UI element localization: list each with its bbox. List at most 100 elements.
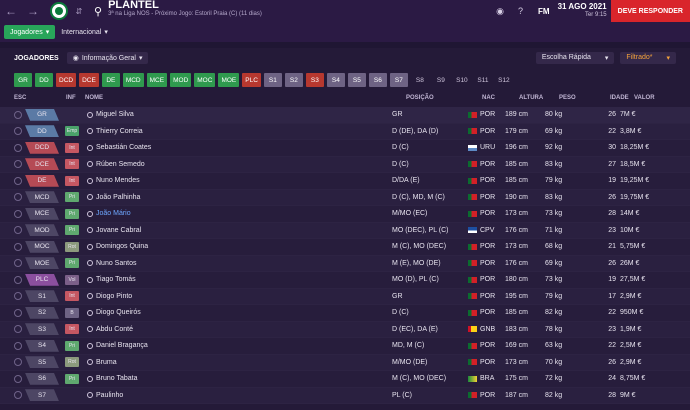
player-name[interactable]: Jovane Cabral (79, 227, 392, 234)
forward-arrow-icon[interactable]: → (22, 0, 44, 22)
select-radio[interactable] (14, 176, 22, 185)
position-chip[interactable]: S7 (389, 73, 408, 87)
select-radio[interactable] (14, 275, 22, 284)
table-row[interactable]: S6 Pri Bruno Tabata M (C), MO (DEC) BRA … (0, 371, 690, 388)
player-name-text[interactable]: Diogo Pinto (96, 293, 132, 300)
squad-position-tag[interactable]: S7 (25, 389, 59, 402)
squad-position-tag[interactable]: PLC (25, 273, 59, 286)
table-row[interactable]: MOE Pri Nuno Santos M (E), MO (DE) POR 1… (0, 255, 690, 272)
table-row[interactable]: S2 B Diogo Queirós D (C) POR 185 cm 82 k… (0, 305, 690, 322)
table-row[interactable]: GR Miguel Silva GR POR 189 cm 80 kg 26 7… (0, 107, 690, 124)
tab-international[interactable]: Internacional ▾ (55, 25, 114, 39)
position-chip[interactable]: S10 (453, 73, 471, 87)
select-radio[interactable] (14, 160, 22, 169)
table-row[interactable]: S4 Pri Daniel Bragança MD, M (C) POR 169… (0, 338, 690, 355)
select-radio[interactable] (14, 292, 22, 301)
game-date[interactable]: 31 AGO 2021 Ter 9:15 (558, 2, 607, 18)
squad-position-tag[interactable]: S1 (25, 290, 59, 303)
position-chip[interactable]: GR (14, 73, 32, 87)
col-value[interactable]: VALOR (634, 95, 674, 101)
col-esc[interactable]: ESC (14, 95, 66, 101)
table-row[interactable]: S3 Int Abdu Conté D (EC), DA (E) GNB 183… (0, 321, 690, 338)
player-name[interactable]: Diogo Pinto (79, 293, 392, 300)
select-radio[interactable] (14, 127, 22, 136)
table-row[interactable]: S5 Rot Bruma M/MO (DE) POR 173 cm 70 kg … (0, 354, 690, 371)
position-chip[interactable]: DCE (79, 73, 99, 87)
player-name-text[interactable]: Bruno Tabata (96, 375, 138, 382)
squad-position-tag[interactable]: DCD (25, 141, 59, 154)
player-name[interactable]: Sebastián Coates (79, 144, 392, 151)
player-name[interactable]: Nuno Santos (79, 260, 392, 267)
player-name-text[interactable]: Miguel Silva (96, 111, 134, 118)
squad-position-tag[interactable]: DCE (25, 158, 59, 171)
table-row[interactable]: DE Int Nuno Mendes D/DA (E) POR 185 cm 7… (0, 173, 690, 190)
table-row[interactable]: MCD Pri João Palhinha D (C), MD, M (C) P… (0, 189, 690, 206)
player-name[interactable]: Abdu Conté (79, 326, 392, 333)
squad-position-tag[interactable]: DE (25, 174, 59, 187)
select-radio[interactable] (14, 308, 22, 317)
player-name-text[interactable]: Bruma (96, 359, 117, 366)
table-row[interactable]: S1 Int Diogo Pinto GR POR 195 cm 79 kg 1… (0, 288, 690, 305)
player-name-text[interactable]: Daniel Bragança (96, 342, 148, 349)
position-chip[interactable]: S3 (305, 73, 324, 87)
club-crest-icon[interactable] (50, 2, 68, 20)
player-name-text[interactable]: Sebastián Coates (96, 144, 151, 151)
player-name[interactable]: João Palhinha (79, 194, 392, 201)
squad-position-tag[interactable]: MCD (25, 191, 59, 204)
select-radio[interactable] (14, 358, 22, 367)
position-chip[interactable]: S2 (284, 73, 303, 87)
filter-button[interactable]: Filtrado* ▾ (620, 52, 676, 64)
club-badge-icon[interactable]: ◉ (496, 6, 504, 17)
squad-position-tag[interactable]: MOE (25, 257, 59, 270)
select-radio[interactable] (14, 242, 22, 251)
player-name[interactable]: Miguel Silva (79, 111, 392, 118)
select-radio[interactable] (14, 226, 22, 235)
table-row[interactable]: DCE Int Rúben Semedo D (C) POR 185 cm 83… (0, 156, 690, 173)
squad-position-tag[interactable]: S5 (25, 356, 59, 369)
select-radio[interactable] (14, 209, 22, 218)
table-row[interactable]: DD Emp Thierry Correia D (DE), DA (D) PO… (0, 123, 690, 140)
view-selector[interactable]: ◉ Informação Geral ▾ (66, 52, 149, 64)
player-name[interactable]: Domingos Quina (79, 243, 392, 250)
col-height[interactable]: ALTURA (519, 95, 559, 101)
player-name[interactable]: Bruma (79, 359, 392, 366)
table-row[interactable]: S7 Paulinho PL (C) POR 187 cm 82 kg 28 9… (0, 387, 690, 404)
position-chip[interactable]: MCE (146, 73, 168, 87)
select-radio[interactable] (14, 341, 22, 350)
player-name-text[interactable]: Abdu Conté (96, 326, 133, 333)
quick-pick-button[interactable]: Escolha Rápida ▾ (535, 52, 615, 64)
back-arrow-icon[interactable]: ← (0, 0, 22, 22)
table-row[interactable]: MOC Rot Domingos Quina M (C), MO (DEC) P… (0, 239, 690, 256)
col-nat[interactable]: NAC (482, 95, 519, 101)
squad-position-tag[interactable]: S4 (25, 339, 59, 352)
player-name-text[interactable]: Jovane Cabral (96, 227, 141, 234)
player-name[interactable]: Rúben Semedo (79, 161, 392, 168)
select-radio[interactable] (14, 143, 22, 152)
player-name[interactable]: Thierry Correia (79, 128, 392, 135)
select-radio[interactable] (14, 259, 22, 268)
select-radio[interactable] (14, 374, 22, 383)
must-respond-button[interactable]: DEVE RESPONDER (610, 0, 690, 22)
position-chip[interactable]: S4 (326, 73, 345, 87)
position-chip[interactable]: DCD (56, 73, 77, 87)
squad-position-tag[interactable]: DD (25, 125, 59, 138)
select-radio[interactable] (14, 391, 22, 400)
select-radio[interactable] (14, 193, 22, 202)
player-name-text[interactable]: João Mário (96, 210, 131, 217)
player-name-text[interactable]: Paulinho (96, 392, 123, 399)
col-weight[interactable]: PESO (559, 95, 610, 101)
squad-position-tag[interactable]: MOC (25, 240, 59, 253)
player-name[interactable]: Tiago Tomás (79, 276, 392, 283)
position-chip[interactable]: S9 (432, 73, 450, 87)
table-row[interactable]: PLC Vol Tiago Tomás MO (D), PL (C) POR 1… (0, 272, 690, 289)
select-radio[interactable] (14, 110, 22, 119)
player-name-text[interactable]: João Palhinha (96, 194, 140, 201)
fm-menu-button[interactable]: FM (538, 7, 550, 16)
player-name[interactable]: Bruno Tabata (79, 375, 392, 382)
squad-position-tag[interactable]: MOD (25, 224, 59, 237)
squad-position-tag[interactable]: GR (25, 108, 59, 121)
player-name-text[interactable]: Diogo Queirós (96, 309, 141, 316)
position-chip[interactable]: S8 (411, 73, 429, 87)
player-name[interactable]: Paulinho (79, 392, 392, 399)
position-chip[interactable]: S5 (347, 73, 366, 87)
